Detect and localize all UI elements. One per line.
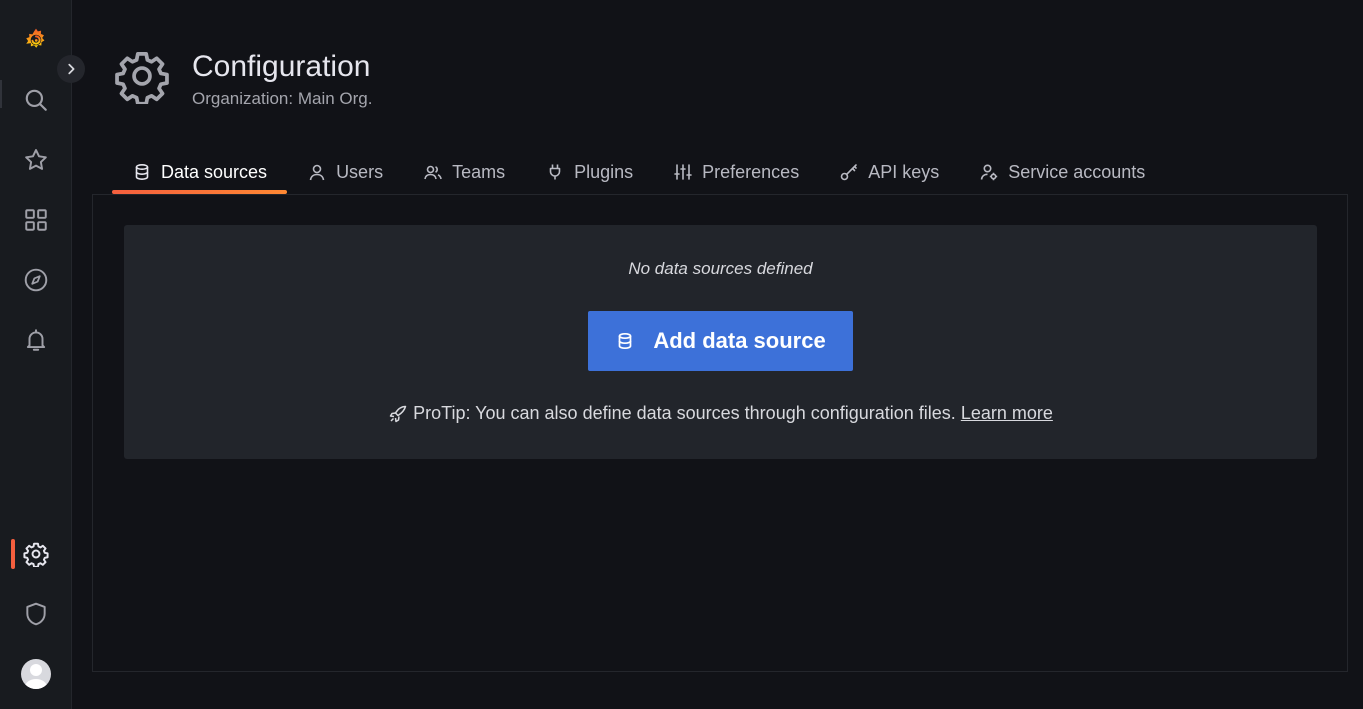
protip-text: ProTip: You can also define data sources…: [413, 403, 956, 423]
tab-label: Service accounts: [1008, 161, 1146, 182]
tab-plugins[interactable]: Plugins: [525, 150, 653, 194]
add-data-source-button[interactable]: Add data source: [588, 311, 853, 371]
active-indicator: [11, 539, 15, 569]
sliders-icon: [674, 164, 692, 180]
tab-preferences[interactable]: Preferences: [653, 150, 819, 194]
grafana-logo-icon[interactable]: [16, 20, 56, 60]
tab-label: Plugins: [574, 161, 634, 182]
empty-state-message: No data sources defined: [628, 259, 813, 278]
compass-icon[interactable]: [16, 260, 56, 300]
tab-label: Users: [336, 161, 384, 182]
tab-label: Data sources: [161, 161, 268, 182]
search-icon[interactable]: [16, 80, 56, 120]
protip: ProTip: You can also define data sources…: [124, 403, 1317, 424]
page-subtitle: Organization: Main Org.: [192, 89, 373, 108]
gear-icon: [115, 51, 169, 104]
tab-label: Preferences: [702, 161, 800, 182]
tab-service-accounts[interactable]: Service accounts: [959, 150, 1165, 194]
star-icon[interactable]: [16, 140, 56, 180]
tab-label: API keys: [868, 161, 940, 182]
tab-label: Teams: [452, 161, 506, 182]
sidebar-nav: [0, 0, 85, 709]
apps-grid-icon[interactable]: [16, 200, 56, 240]
tab-users[interactable]: Users: [287, 150, 403, 194]
rocket-icon: [389, 405, 407, 422]
empty-state-panel: No data sources defined Add data source …: [124, 225, 1317, 459]
add-data-source-label: Add data source: [653, 328, 826, 353]
tab-api-keys[interactable]: API keys: [819, 150, 959, 194]
app-root: Configuration Organization: Main Org. Da…: [0, 0, 1363, 709]
sidebar-edge: [0, 80, 2, 108]
shield-icon[interactable]: [16, 594, 56, 634]
page-title: Configuration: [192, 50, 371, 83]
tab-teams[interactable]: Teams: [403, 150, 525, 194]
expand-sidebar-button[interactable]: [57, 55, 85, 83]
bell-icon[interactable]: [16, 320, 56, 360]
page-content: No data sources defined Add data source …: [92, 194, 1348, 672]
tab-bar: Data sources Users Teams Plugins Prefere…: [112, 150, 1165, 194]
user-icon: [309, 164, 325, 181]
chevron-right-icon: [68, 63, 75, 75]
gear-icon[interactable]: [16, 534, 56, 574]
users-icon: [424, 165, 442, 180]
user-cog-icon: [980, 164, 998, 181]
database-icon: [135, 163, 149, 181]
key-icon: [840, 164, 858, 181]
avatar[interactable]: [21, 659, 51, 689]
plug-icon: [549, 164, 561, 180]
database-icon: [618, 332, 632, 350]
tab-data-sources[interactable]: Data sources: [112, 150, 288, 194]
learn-more-link[interactable]: Learn more: [961, 403, 1053, 424]
